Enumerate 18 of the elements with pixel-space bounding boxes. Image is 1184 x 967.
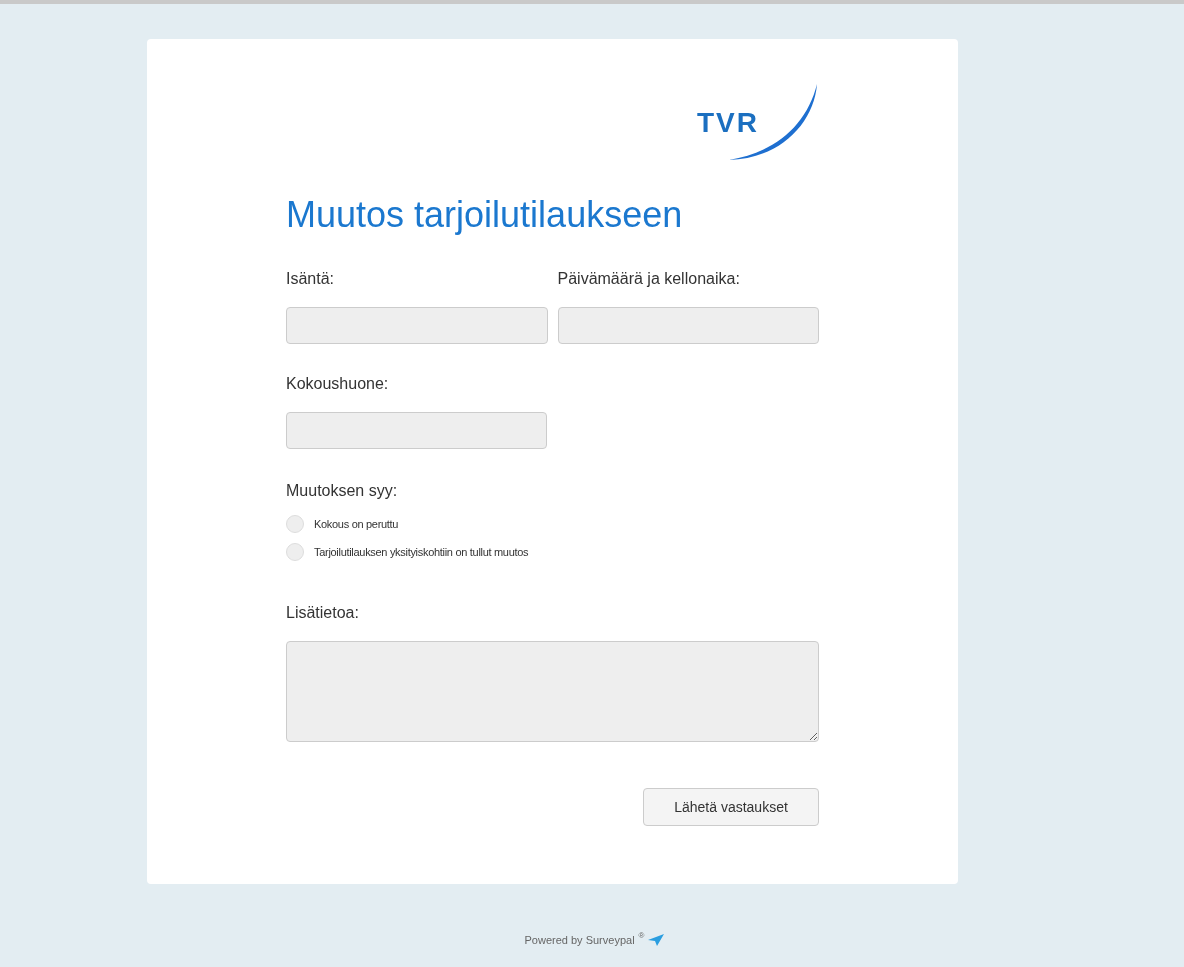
paper-plane-icon [648, 934, 665, 947]
powered-by-text: Powered by Surveypal [524, 933, 635, 948]
field-label: Muutoksen syy: [286, 481, 399, 501]
submit-button[interactable]: Lähetä vastaukset [643, 788, 819, 826]
option-label: Tarjoilutilauksen yksityiskohtiin on tullut muutos [314, 544, 529, 560]
field-label: Lisätietoa: [286, 603, 360, 623]
input-field[interactable] [286, 412, 547, 449]
text-area[interactable] [286, 641, 819, 742]
radio-button[interactable] [286, 543, 304, 561]
field-label: Kokoushuone: [286, 374, 390, 394]
field-label: Päivämäärä ja kellonaika: [557, 269, 741, 289]
form-title: Muutos tarjoilutilaukseen [286, 193, 684, 237]
registered-mark: ® [638, 930, 645, 943]
option-label: Kokous on peruttu [314, 516, 399, 532]
radio-button[interactable] [286, 515, 304, 533]
field-label: Isäntä: [286, 269, 336, 289]
input-field[interactable] [286, 307, 548, 344]
input-field[interactable] [557, 307, 819, 344]
